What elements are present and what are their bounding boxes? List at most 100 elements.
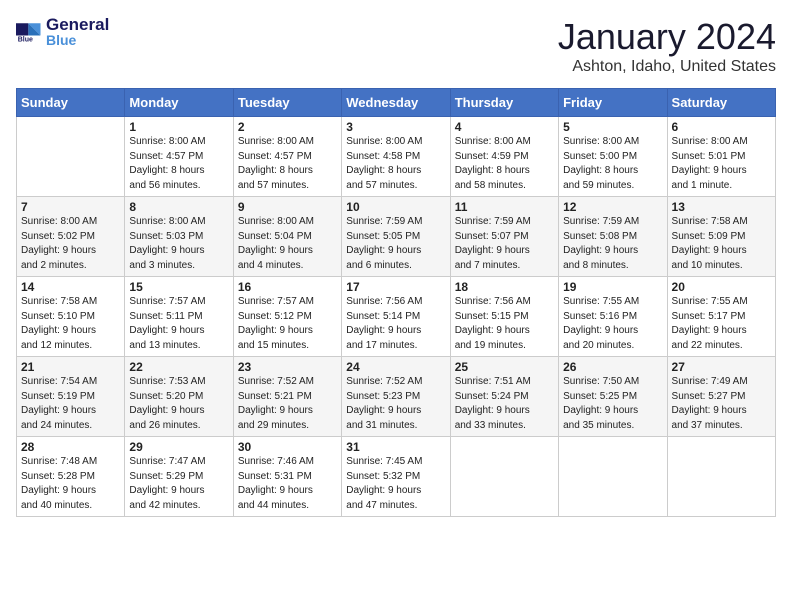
day-detail: Sunrise: 7:57 AMSunset: 5:11 PMDaylight:… <box>129 295 228 353</box>
day-number: 6 <box>672 120 771 134</box>
day-number: 1 <box>129 120 228 134</box>
day-number: 11 <box>455 200 554 214</box>
day-number: 19 <box>563 280 662 294</box>
day-detail: Sunrise: 7:49 AMSunset: 5:27 PMDaylight:… <box>672 375 771 433</box>
day-detail: Sunrise: 7:59 AMSunset: 5:07 PMDaylight:… <box>455 215 554 273</box>
col-tuesday: Tuesday <box>233 89 341 117</box>
day-number: 15 <box>129 280 228 294</box>
calendar-cell <box>559 437 667 517</box>
day-detail: Sunrise: 8:00 AMSunset: 4:57 PMDaylight:… <box>129 135 228 193</box>
calendar-cell: 5Sunrise: 8:00 AMSunset: 5:00 PMDaylight… <box>559 117 667 197</box>
calendar-cell: 8Sunrise: 8:00 AMSunset: 5:03 PMDaylight… <box>125 197 233 277</box>
day-number: 23 <box>238 360 337 374</box>
day-number: 25 <box>455 360 554 374</box>
day-detail: Sunrise: 7:55 AMSunset: 5:16 PMDaylight:… <box>563 295 662 353</box>
day-detail: Sunrise: 7:59 AMSunset: 5:05 PMDaylight:… <box>346 215 445 273</box>
calendar-cell <box>450 437 558 517</box>
calendar-cell: 16Sunrise: 7:57 AMSunset: 5:12 PMDayligh… <box>233 277 341 357</box>
day-detail: Sunrise: 8:00 AMSunset: 4:57 PMDaylight:… <box>238 135 337 193</box>
calendar-cell: 17Sunrise: 7:56 AMSunset: 5:14 PMDayligh… <box>342 277 450 357</box>
col-monday: Monday <box>125 89 233 117</box>
day-number: 31 <box>346 440 445 454</box>
calendar-week-row: 14Sunrise: 7:58 AMSunset: 5:10 PMDayligh… <box>17 277 776 357</box>
day-detail: Sunrise: 7:50 AMSunset: 5:25 PMDaylight:… <box>563 375 662 433</box>
svg-text:Blue: Blue <box>18 37 33 44</box>
calendar-cell: 25Sunrise: 7:51 AMSunset: 5:24 PMDayligh… <box>450 357 558 437</box>
calendar-cell: 23Sunrise: 7:52 AMSunset: 5:21 PMDayligh… <box>233 357 341 437</box>
day-detail: Sunrise: 7:58 AMSunset: 5:09 PMDaylight:… <box>672 215 771 273</box>
calendar-week-row: 28Sunrise: 7:48 AMSunset: 5:28 PMDayligh… <box>17 437 776 517</box>
day-detail: Sunrise: 8:00 AMSunset: 5:03 PMDaylight:… <box>129 215 228 273</box>
month-title: January 2024 <box>558 16 776 58</box>
calendar-cell: 9Sunrise: 8:00 AMSunset: 5:04 PMDaylight… <box>233 197 341 277</box>
calendar-cell: 19Sunrise: 7:55 AMSunset: 5:16 PMDayligh… <box>559 277 667 357</box>
calendar-cell: 11Sunrise: 7:59 AMSunset: 5:07 PMDayligh… <box>450 197 558 277</box>
col-saturday: Saturday <box>667 89 775 117</box>
day-number: 13 <box>672 200 771 214</box>
day-number: 12 <box>563 200 662 214</box>
day-number: 26 <box>563 360 662 374</box>
day-number: 5 <box>563 120 662 134</box>
day-detail: Sunrise: 7:47 AMSunset: 5:29 PMDaylight:… <box>129 455 228 513</box>
calendar-header-row: Sunday Monday Tuesday Wednesday Thursday… <box>17 89 776 117</box>
day-detail: Sunrise: 8:00 AMSunset: 5:01 PMDaylight:… <box>672 135 771 193</box>
day-detail: Sunrise: 7:58 AMSunset: 5:10 PMDaylight:… <box>21 295 120 353</box>
day-detail: Sunrise: 7:53 AMSunset: 5:20 PMDaylight:… <box>129 375 228 433</box>
location: Ashton, Idaho, United States <box>558 58 776 76</box>
calendar-cell: 30Sunrise: 7:46 AMSunset: 5:31 PMDayligh… <box>233 437 341 517</box>
day-detail: Sunrise: 7:52 AMSunset: 5:21 PMDaylight:… <box>238 375 337 433</box>
calendar-cell: 27Sunrise: 7:49 AMSunset: 5:27 PMDayligh… <box>667 357 775 437</box>
calendar-cell: 26Sunrise: 7:50 AMSunset: 5:25 PMDayligh… <box>559 357 667 437</box>
day-detail: Sunrise: 7:55 AMSunset: 5:17 PMDaylight:… <box>672 295 771 353</box>
day-number: 3 <box>346 120 445 134</box>
calendar-cell: 3Sunrise: 8:00 AMSunset: 4:58 PMDaylight… <box>342 117 450 197</box>
day-number: 8 <box>129 200 228 214</box>
calendar-cell: 22Sunrise: 7:53 AMSunset: 5:20 PMDayligh… <box>125 357 233 437</box>
calendar-cell: 28Sunrise: 7:48 AMSunset: 5:28 PMDayligh… <box>17 437 125 517</box>
title-block: January 2024 Ashton, Idaho, United State… <box>558 16 776 76</box>
logo: Blue General Blue <box>16 16 109 48</box>
day-number: 4 <box>455 120 554 134</box>
calendar-cell: 13Sunrise: 7:58 AMSunset: 5:09 PMDayligh… <box>667 197 775 277</box>
calendar-cell <box>667 437 775 517</box>
logo-blue-text: Blue <box>46 33 109 48</box>
day-number: 10 <box>346 200 445 214</box>
col-friday: Friday <box>559 89 667 117</box>
day-detail: Sunrise: 8:00 AMSunset: 5:00 PMDaylight:… <box>563 135 662 193</box>
calendar-cell: 21Sunrise: 7:54 AMSunset: 5:19 PMDayligh… <box>17 357 125 437</box>
calendar-cell: 18Sunrise: 7:56 AMSunset: 5:15 PMDayligh… <box>450 277 558 357</box>
day-detail: Sunrise: 7:45 AMSunset: 5:32 PMDaylight:… <box>346 455 445 513</box>
day-number: 27 <box>672 360 771 374</box>
day-detail: Sunrise: 7:51 AMSunset: 5:24 PMDaylight:… <box>455 375 554 433</box>
day-number: 2 <box>238 120 337 134</box>
col-thursday: Thursday <box>450 89 558 117</box>
calendar-cell: 4Sunrise: 8:00 AMSunset: 4:59 PMDaylight… <box>450 117 558 197</box>
calendar-cell: 15Sunrise: 7:57 AMSunset: 5:11 PMDayligh… <box>125 277 233 357</box>
day-detail: Sunrise: 7:56 AMSunset: 5:15 PMDaylight:… <box>455 295 554 353</box>
day-detail: Sunrise: 8:00 AMSunset: 4:58 PMDaylight:… <box>346 135 445 193</box>
day-number: 14 <box>21 280 120 294</box>
day-detail: Sunrise: 7:56 AMSunset: 5:14 PMDaylight:… <box>346 295 445 353</box>
day-number: 7 <box>21 200 120 214</box>
logo-icon: Blue <box>16 18 44 46</box>
day-detail: Sunrise: 7:54 AMSunset: 5:19 PMDaylight:… <box>21 375 120 433</box>
col-wednesday: Wednesday <box>342 89 450 117</box>
calendar-cell: 2Sunrise: 8:00 AMSunset: 4:57 PMDaylight… <box>233 117 341 197</box>
calendar-cell: 14Sunrise: 7:58 AMSunset: 5:10 PMDayligh… <box>17 277 125 357</box>
calendar-cell: 7Sunrise: 8:00 AMSunset: 5:02 PMDaylight… <box>17 197 125 277</box>
col-sunday: Sunday <box>17 89 125 117</box>
day-number: 24 <box>346 360 445 374</box>
calendar-cell: 12Sunrise: 7:59 AMSunset: 5:08 PMDayligh… <box>559 197 667 277</box>
calendar-container: Blue General Blue January 2024 Ashton, I… <box>0 0 792 527</box>
calendar-week-row: 21Sunrise: 7:54 AMSunset: 5:19 PMDayligh… <box>17 357 776 437</box>
calendar-cell: 10Sunrise: 7:59 AMSunset: 5:05 PMDayligh… <box>342 197 450 277</box>
day-detail: Sunrise: 7:57 AMSunset: 5:12 PMDaylight:… <box>238 295 337 353</box>
calendar-cell: 1Sunrise: 8:00 AMSunset: 4:57 PMDaylight… <box>125 117 233 197</box>
calendar-cell: 20Sunrise: 7:55 AMSunset: 5:17 PMDayligh… <box>667 277 775 357</box>
header: Blue General Blue January 2024 Ashton, I… <box>16 16 776 76</box>
day-number: 22 <box>129 360 228 374</box>
calendar-cell: 29Sunrise: 7:47 AMSunset: 5:29 PMDayligh… <box>125 437 233 517</box>
day-number: 29 <box>129 440 228 454</box>
day-number: 9 <box>238 200 337 214</box>
calendar-table: Sunday Monday Tuesday Wednesday Thursday… <box>16 88 776 517</box>
